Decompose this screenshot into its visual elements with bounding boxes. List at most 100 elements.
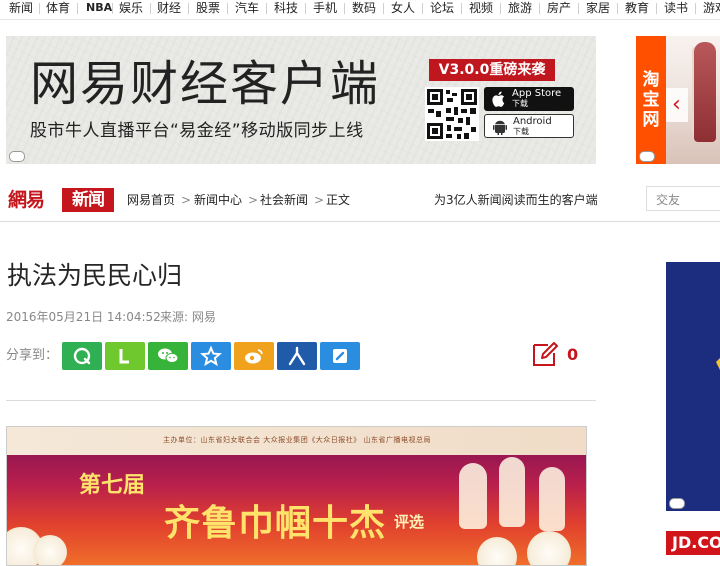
nav-item-tech[interactable]: 科技	[274, 1, 298, 15]
finance-app-banner-ad[interactable]: 网易财经客户端 股市牛人直播平台“易金经”移动版同步上线 V3.0.0重磅来袭 …	[6, 36, 596, 164]
organizer-text: 主办单位：山东省妇女联合会 大众报业集团《大众日报社》 山东省广播电视总局	[163, 436, 431, 444]
breadcrumb-news-center[interactable]: 新闻中心	[194, 192, 242, 208]
breadcrumb-separator: >	[248, 193, 259, 207]
wechat-icon	[158, 348, 179, 364]
breadcrumb-separator: >	[181, 193, 192, 207]
silhouette-figure	[499, 457, 525, 527]
banner-title: 网易财经客户端	[30, 56, 381, 112]
breadcrumb-home[interactable]: 网易首页	[127, 192, 175, 208]
share-label: 分享到：	[6, 348, 59, 363]
nav-divider	[305, 3, 306, 14]
share-qzone-button[interactable]	[191, 342, 231, 370]
apple-icon	[492, 91, 505, 107]
news-logo[interactable]: 新闻	[62, 188, 114, 212]
app-store-sub: 下载	[512, 99, 528, 108]
top-navigation: 新闻 体育 NBA 娱乐 财经 股票 汽车 科技 手机 数码 女人 论坛 视频 …	[0, 0, 720, 20]
youdao-note-icon	[333, 349, 347, 363]
ad-badge-icon	[669, 498, 685, 509]
nav-divider	[500, 3, 501, 14]
nav-divider	[344, 3, 345, 14]
nav-item-stock[interactable]: 股票	[196, 1, 220, 15]
share-yixin-button[interactable]	[62, 342, 102, 370]
nav-item-edu[interactable]: 教育	[625, 1, 649, 15]
nav-item-mobile[interactable]: 手机	[313, 1, 337, 15]
nav-divider	[383, 3, 384, 14]
nav-item-nba[interactable]: NBA	[86, 1, 112, 15]
nav-item-sports[interactable]: 体育	[46, 1, 70, 15]
weibo-icon	[245, 349, 263, 364]
nav-item-game[interactable]: 游戏	[703, 1, 720, 15]
share-weibo-button[interactable]	[234, 342, 274, 370]
share-youdao-button[interactable]	[320, 342, 360, 370]
nav-item-house[interactable]: 房产	[547, 1, 571, 15]
nav-item-digi[interactable]: 数码	[352, 1, 376, 15]
nav-item-money[interactable]: 财经	[157, 1, 181, 15]
ad-badge-icon	[639, 151, 655, 162]
android-download-button[interactable]: Android 下载	[484, 114, 574, 138]
ad-badge-icon	[9, 151, 25, 162]
nav-item-book[interactable]: 读书	[664, 1, 688, 15]
yixin-icon	[73, 347, 91, 365]
share-laiwang-button[interactable]	[105, 342, 145, 370]
nav-item-home[interactable]: 家居	[586, 1, 610, 15]
nav-divider	[422, 3, 423, 14]
nav-divider	[150, 3, 151, 14]
nav-divider	[539, 3, 540, 14]
comment-edit-icon[interactable]	[532, 341, 558, 367]
android-sub: 下载	[513, 127, 529, 136]
taobao-logo-text: 淘宝网	[642, 70, 660, 130]
app-store-label: App Store	[512, 88, 562, 99]
renren-icon	[288, 346, 306, 366]
banner-version-badge: V3.0.0重磅来袭	[429, 59, 555, 81]
decorative-flower	[477, 537, 517, 565]
nav-item-auto[interactable]: 汽车	[235, 1, 259, 15]
share-wechat-button[interactable]	[148, 342, 188, 370]
search-input[interactable]: 交友	[646, 186, 720, 211]
taobao-side-ad[interactable]: 淘宝网 ‹	[636, 36, 720, 164]
breadcrumb-separator: >	[314, 193, 325, 207]
article-datetime: 2016年05月21日 14:04:52	[6, 310, 161, 324]
event-title: 齐鲁巾帼十杰	[164, 502, 387, 544]
qzone-star-icon	[200, 345, 222, 367]
nav-divider	[656, 3, 657, 14]
ad-graphic	[716, 358, 720, 370]
nav-item-news[interactable]: 新闻	[9, 1, 33, 15]
divider	[6, 400, 596, 401]
article-title: 执法为民民心归	[7, 261, 183, 290]
nav-item-bbs[interactable]: 论坛	[430, 1, 454, 15]
nav-divider	[112, 3, 113, 14]
banner-subtitle: 股市牛人直播平台“易金经”移动版同步上线	[30, 121, 364, 141]
right-column-ad[interactable]	[666, 262, 720, 511]
breadcrumb-current: 正文	[326, 193, 351, 207]
share-renren-button[interactable]	[277, 342, 317, 370]
client-tagline-link[interactable]: 为3亿人新闻阅读而生的客户端	[434, 192, 598, 208]
nav-divider	[695, 3, 696, 14]
nav-item-video[interactable]: 视频	[469, 1, 493, 15]
article-event-image: 主办单位：山东省妇女联合会 大众报业集团《大众日报社》 山东省广播电视总局 第七…	[6, 426, 587, 566]
nav-divider	[617, 3, 618, 14]
nav-item-ent[interactable]: 娱乐	[119, 1, 143, 15]
event-subtitle: 评选	[394, 513, 425, 531]
netease-logo[interactable]: 網易	[8, 188, 45, 212]
nav-divider	[77, 3, 78, 14]
silhouette-figure	[539, 467, 565, 531]
silhouette-figure	[459, 463, 487, 529]
decorative-flower	[33, 535, 67, 565]
nav-divider	[461, 3, 462, 14]
decorative-flower	[527, 531, 571, 565]
chevron-left-icon: ‹	[672, 92, 681, 117]
nav-item-travel[interactable]: 旅游	[508, 1, 532, 15]
qr-code-icon	[425, 87, 479, 141]
android-label: Android	[513, 116, 552, 127]
app-store-download-button[interactable]: App Store 下载	[484, 87, 574, 111]
comment-count[interactable]: 0	[567, 345, 578, 365]
event-edition: 第七届	[79, 472, 146, 498]
breadcrumb-society[interactable]: 社会新闻	[260, 192, 308, 208]
jd-ad[interactable]: JD.CO	[666, 531, 720, 555]
nav-item-lady[interactable]: 女人	[391, 1, 415, 15]
nav-divider	[578, 3, 579, 14]
product-image-shape	[694, 42, 716, 142]
article-source: 来源: 网易	[160, 310, 216, 324]
android-icon	[493, 120, 507, 135]
nav-divider	[227, 3, 228, 14]
